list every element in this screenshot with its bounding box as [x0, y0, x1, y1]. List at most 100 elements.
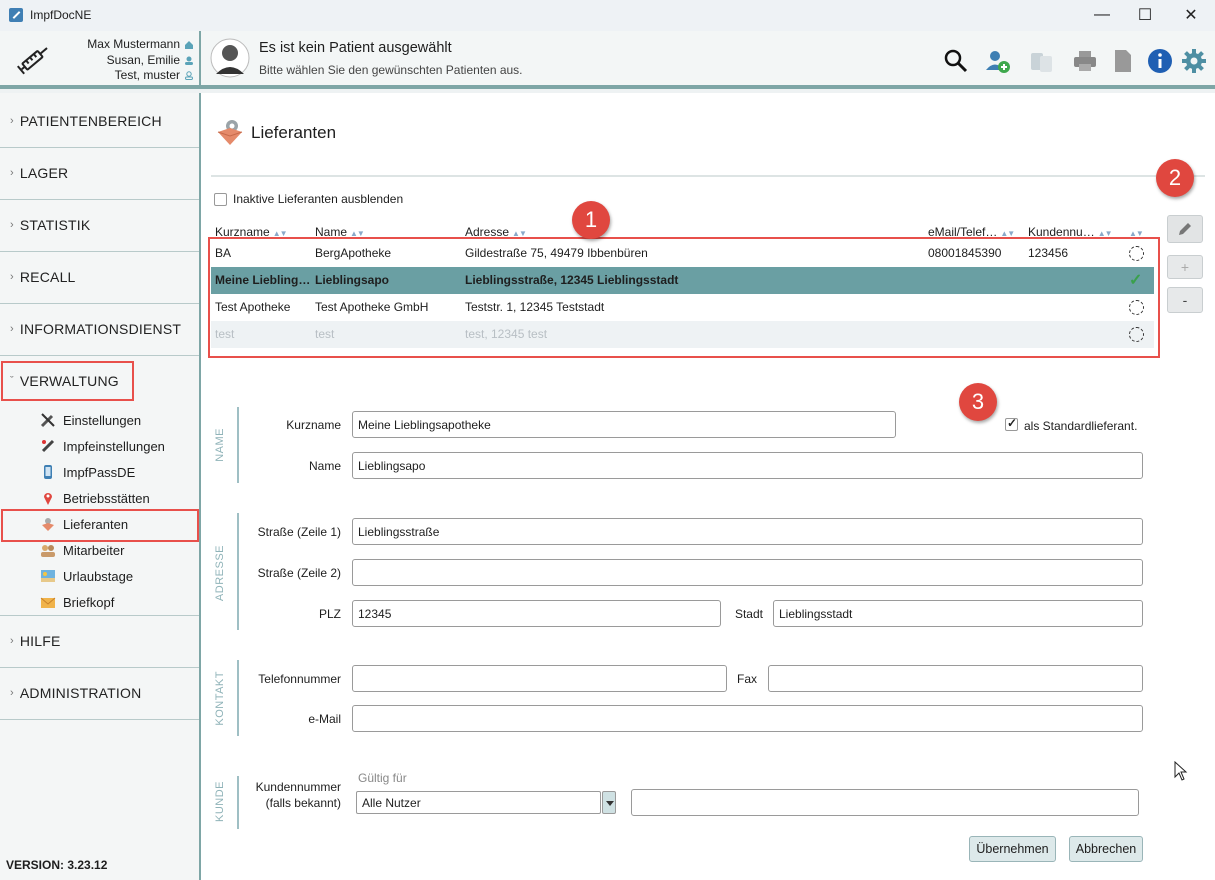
valid-for-select[interactable]: Alle Nutzer: [356, 791, 601, 814]
user-entry[interactable]: Susan, Emilie: [58, 53, 194, 69]
name-input[interactable]: Lieblingsapo: [352, 452, 1143, 479]
city-input[interactable]: Lieblingsstadt: [773, 600, 1143, 627]
syringe-logo-icon: [16, 47, 48, 75]
document-icon[interactable]: [1110, 48, 1136, 74]
sidebar-sub-einstellungen[interactable]: Einstellungen: [40, 409, 141, 431]
sidebar-item-lager[interactable]: › LAGER: [0, 147, 199, 199]
annotation-badge-2: 2: [1156, 159, 1194, 197]
person-outline-icon: [184, 69, 194, 80]
main-panel: Lieferanten Inaktive Lieferanten ausblen…: [201, 93, 1215, 880]
close-button[interactable]: ✕: [1176, 4, 1206, 26]
plz-input[interactable]: 12345: [352, 600, 721, 627]
section-label-kunde: KUNDE: [214, 781, 226, 823]
label-stadt: Stadt: [734, 607, 763, 621]
section-label-adresse: ADRESSE: [214, 545, 226, 602]
sidebar-sub-betriebsstaetten[interactable]: Betriebsstätten: [40, 487, 150, 509]
annotation-badge-1: 1: [572, 201, 610, 239]
divider: [211, 175, 1205, 177]
location-pin-icon: [44, 493, 52, 505]
info-icon[interactable]: [1147, 48, 1173, 74]
chevron-right-icon: ›: [10, 167, 14, 179]
sidebar-item-informationsdienst[interactable]: › INFORMATIONSDIENST: [0, 303, 199, 355]
label-kundennummer: Kundennummer: [255, 780, 341, 794]
add-button[interactable]: +: [1167, 255, 1203, 279]
highlight-verwaltung: [1, 361, 134, 401]
minimize-button[interactable]: —: [1087, 4, 1117, 26]
sidebar: › PATIENTENBEREICH › LAGER › STATISTIK › REC…: [0, 93, 199, 880]
sidebar-item-patientenbereich[interactable]: › PATIENTENBEREICH: [0, 95, 199, 147]
apply-button[interactable]: Übernehmen: [969, 836, 1056, 862]
label-strasse-1: Straße (Zeile 1): [257, 525, 341, 539]
divider: [0, 719, 199, 720]
email-input[interactable]: [352, 705, 1143, 732]
chevron-right-icon: ›: [10, 635, 14, 647]
letter-icon: [40, 597, 56, 608]
sidebar-sub-impfpassde[interactable]: ImpfPassDE: [40, 461, 135, 483]
app-header: Max Mustermann Susan, Emilie Test, muste…: [0, 31, 1215, 89]
person-icon: [184, 54, 194, 65]
home-icon: [184, 38, 194, 49]
page-title: Lieferanten: [251, 123, 337, 142]
annotation-badge-3: 3: [959, 383, 997, 421]
label-fax: Fax: [736, 672, 757, 686]
edit-button[interactable]: [1167, 215, 1203, 243]
label-kundennummer-hint: (falls bekannt): [265, 796, 341, 810]
search-icon[interactable]: [943, 48, 969, 74]
chevron-right-icon: ›: [10, 271, 14, 283]
tools-icon: [40, 413, 55, 428]
settings-gear-icon[interactable]: [1181, 48, 1207, 74]
maximize-button[interactable]: ☐: [1130, 4, 1160, 26]
staff-icon: [41, 545, 55, 557]
chevron-right-icon: ›: [10, 219, 14, 231]
hide-inactive-label: Inaktive Lieferanten ausblenden: [233, 192, 404, 206]
user-entry[interactable]: Test, muster: [58, 68, 194, 84]
label-strasse-2: Straße (Zeile 2): [257, 566, 341, 580]
phone-icon: [44, 465, 52, 479]
user-entry[interactable]: Max Mustermann: [58, 37, 194, 53]
sidebar-item-administration[interactable]: › ADMINISTRATION: [0, 667, 199, 719]
sidebar-item-hilfe[interactable]: › HILFE: [0, 615, 199, 667]
chevron-right-icon: ›: [10, 115, 14, 127]
section-label-kontakt: KONTAKT: [214, 671, 226, 726]
print-icon[interactable]: [1072, 48, 1098, 74]
sidebar-item-statistik[interactable]: › STATISTIK: [0, 199, 199, 251]
mouse-cursor-icon: [1174, 761, 1188, 781]
sidebar-sub-mitarbeiter[interactable]: Mitarbeiter: [40, 539, 124, 561]
phone-input[interactable]: [352, 665, 727, 692]
supplier-page-icon: [217, 120, 243, 145]
vacation-icon: [41, 570, 55, 582]
street-line1-input[interactable]: Lieblingsstraße: [352, 518, 1143, 545]
chevron-right-icon: ›: [10, 687, 14, 699]
label-email: e-Mail: [308, 712, 341, 726]
kurzname-input[interactable]: Meine Lieblingsapotheke: [352, 411, 896, 438]
user-list: Max Mustermann Susan, Emilie Test, muste…: [58, 37, 194, 84]
sidebar-sub-impfeinstellungen[interactable]: Impfeinstellungen: [40, 435, 165, 457]
cancel-button[interactable]: Abbrechen: [1069, 836, 1143, 862]
sidebar-item-recall[interactable]: › RECALL: [0, 251, 199, 303]
customer-number-input[interactable]: [631, 789, 1139, 816]
sidebar-sub-briefkopf[interactable]: Briefkopf: [40, 591, 114, 613]
hide-inactive-checkbox[interactable]: [214, 193, 227, 206]
sidebar-sub-urlaubstage[interactable]: Urlaubstage: [40, 565, 133, 587]
standard-supplier-checkbox[interactable]: [1005, 416, 1018, 431]
street-line2-input[interactable]: [352, 559, 1143, 586]
remove-button[interactable]: -: [1167, 287, 1203, 313]
highlight-lieferanten: [1, 509, 199, 542]
label-plz: PLZ: [318, 607, 341, 621]
highlight-table: [208, 237, 1160, 358]
section-label-name: NAME: [214, 428, 226, 462]
label-name: Name: [308, 459, 341, 473]
clipboard-icon[interactable]: [1028, 48, 1054, 74]
chevron-down-icon[interactable]: [602, 791, 616, 814]
window-title: ImpfDocNE: [30, 8, 92, 22]
chevron-right-icon: ›: [10, 323, 14, 335]
fax-input[interactable]: [768, 665, 1143, 692]
pencil-icon: [1179, 223, 1191, 235]
add-patient-icon[interactable]: [985, 48, 1011, 74]
syringe-icon: [41, 439, 55, 453]
title-bar: ImpfDocNE — ☐ ✕: [0, 0, 1215, 31]
app-icon: [9, 8, 23, 22]
header-divider: [199, 31, 201, 89]
patient-avatar-icon: [210, 38, 250, 78]
section-line: [237, 407, 239, 483]
